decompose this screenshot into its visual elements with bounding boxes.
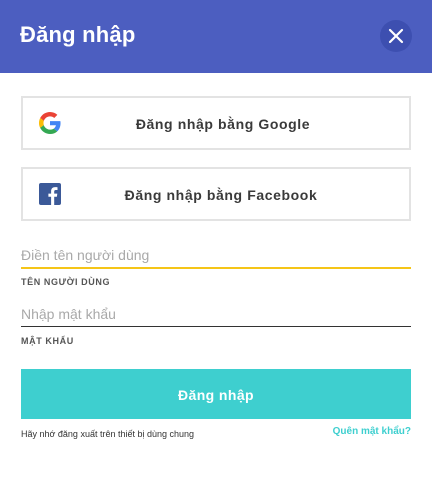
forgot-password-link[interactable]: Quên mật khẩu? bbox=[333, 425, 411, 439]
login-dialog: Đăng nhập Đăng nhập bằng Google Đăng nhậ… bbox=[0, 0, 432, 479]
facebook-login-label: Đăng nhập bằng Facebook bbox=[124, 187, 318, 203]
facebook-login-button[interactable]: Đăng nhập bằng Facebook bbox=[21, 167, 411, 221]
username-input[interactable] bbox=[21, 241, 411, 269]
login-button-label: Đăng nhập bbox=[178, 387, 254, 403]
dialog-title: Đăng nhập bbox=[20, 22, 136, 47]
password-label: MẬT KHẨU bbox=[21, 336, 74, 346]
username-underline bbox=[21, 267, 411, 269]
google-login-button[interactable]: Đăng nhập bằng Google bbox=[21, 96, 411, 150]
username-label: TÊN NGƯỜI DÙNG bbox=[21, 277, 111, 287]
login-button[interactable]: Đăng nhập bbox=[21, 369, 411, 419]
remember-logout-note: Hãy nhớ đăng xuất trên thiết bị dùng chu… bbox=[21, 429, 195, 439]
password-input[interactable] bbox=[21, 300, 411, 328]
password-underline bbox=[21, 326, 411, 327]
close-button[interactable] bbox=[380, 20, 412, 52]
dialog-header: Đăng nhập bbox=[0, 0, 432, 73]
close-icon bbox=[388, 28, 404, 44]
google-login-label: Đăng nhập bằng Google bbox=[135, 116, 311, 132]
